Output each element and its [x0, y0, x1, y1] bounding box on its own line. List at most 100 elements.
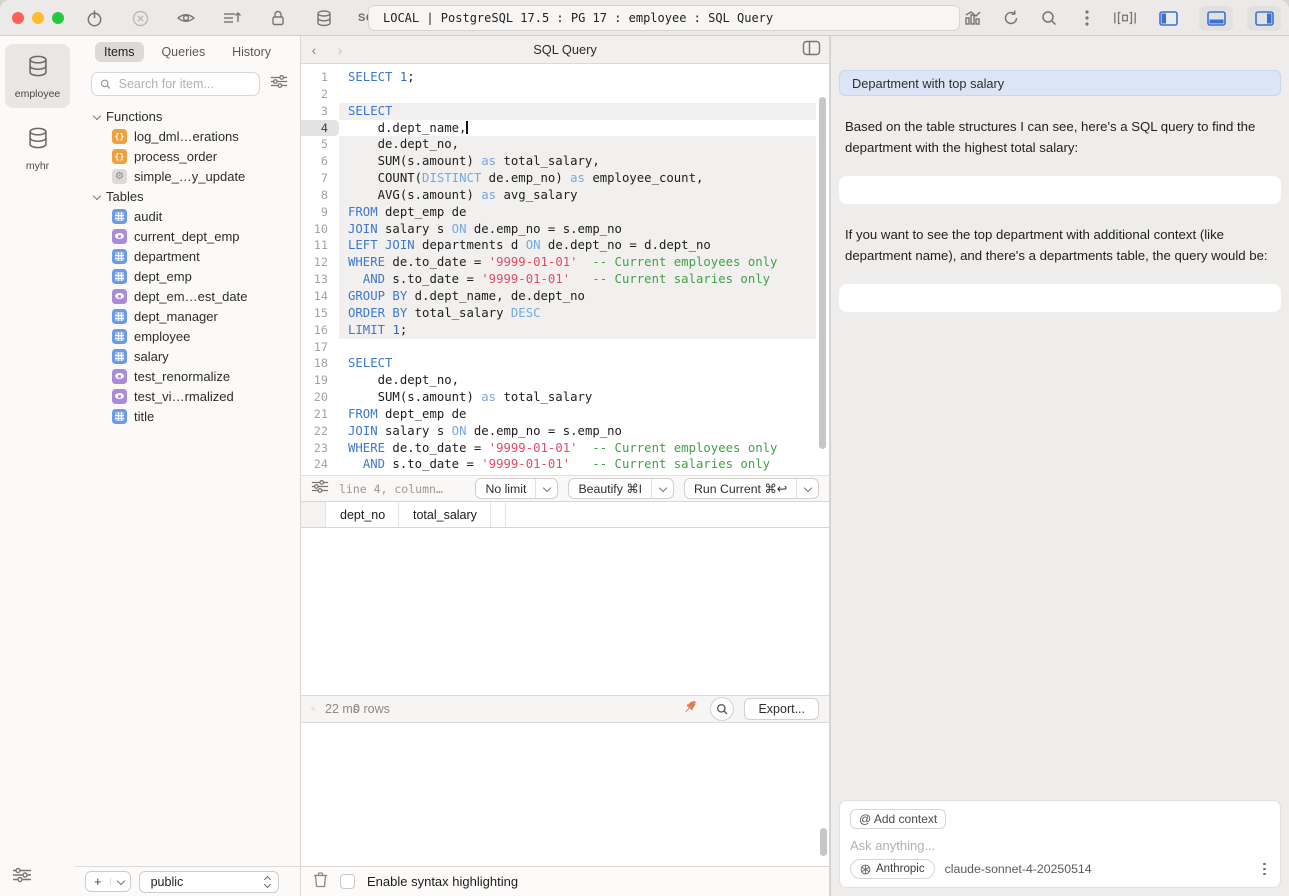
sidebar-item-dept_emest_date[interactable]: dept_em…est_date — [75, 286, 300, 306]
editor-scrollbar[interactable] — [819, 97, 826, 449]
editor-line[interactable]: 24 AND s.to_date = '9999-01-01' -- Curre… — [301, 456, 829, 473]
editor-line[interactable]: 14GROUP BY d.dept_name, de.dept_no — [301, 288, 829, 305]
back-button[interactable]: ‹ — [301, 42, 327, 58]
filter-icon[interactable] — [270, 74, 288, 94]
kebab-menu-icon[interactable] — [1075, 6, 1099, 30]
sidebar-item-salary[interactable]: salary — [75, 346, 300, 366]
sidebar-item-process_order[interactable]: {}process_order — [75, 146, 300, 166]
chart-icon[interactable] — [961, 6, 985, 30]
search-icon[interactable] — [1037, 6, 1061, 30]
assistant-input-card[interactable]: @ Add context Ask anything... Anthropic … — [839, 800, 1281, 888]
forward-button[interactable]: › — [327, 42, 353, 58]
eye-icon[interactable] — [174, 6, 198, 30]
editor-line[interactable]: 23WHERE de.to_date = '9999-01-01' -- Cur… — [301, 440, 829, 457]
sidebar-tab-items[interactable]: Items — [95, 42, 144, 62]
editor-line[interactable]: 6 SUM(s.amount) as total_salary, — [301, 153, 829, 170]
sidebar-item-test_renormalize[interactable]: test_renormalize — [75, 366, 300, 386]
sidebar-item-audit[interactable]: audit — [75, 206, 300, 226]
sidebar: Items Queries History Functions{}log_dml…e… — [75, 36, 300, 896]
power-icon[interactable] — [82, 6, 106, 30]
ask-input[interactable]: Ask anything... — [850, 838, 1270, 853]
sidebar-item-log_dmlerations[interactable]: {}log_dml…erations — [75, 126, 300, 146]
column-header-total_salary[interactable]: total_salary — [399, 502, 491, 527]
connection-title[interactable]: LOCAL | PostgreSQL 17.5 : PG 17 : employ… — [368, 5, 960, 31]
editor-line[interactable]: 7 COUNT(DISTINCT de.emp_no) as employee_… — [301, 170, 829, 187]
toggle-left-panel-icon[interactable] — [1151, 6, 1185, 31]
editor-line[interactable]: 5 de.dept_no, — [301, 136, 829, 153]
close-circle-icon[interactable] — [128, 6, 152, 30]
close-window-button[interactable] — [12, 12, 24, 24]
editor-line[interactable]: 13 AND s.to_date = '9999-01-01' -- Curre… — [301, 271, 829, 288]
add-item-dropdown[interactable] — [110, 878, 130, 885]
rail-settings-icon[interactable] — [12, 867, 32, 888]
editor-line[interactable]: 17 — [301, 339, 829, 356]
raw-query-panel[interactable] — [301, 723, 829, 866]
beautify-button[interactable]: Beautify ⌘I — [568, 478, 674, 499]
editor-line[interactable]: 20 SUM(s.amount) as total_salary — [301, 389, 829, 406]
sidebar-item-department[interactable]: department — [75, 246, 300, 266]
syntax-highlighting-checkbox[interactable] — [340, 874, 355, 889]
section-tables[interactable]: Tables — [75, 186, 300, 206]
toggle-right-panel-icon[interactable] — [1247, 6, 1281, 31]
editor-line[interactable]: 22JOIN salary s ON de.emp_no = s.emp_no — [301, 423, 829, 440]
sidebar-item-simple_y_update[interactable]: ⚙simple_…y_update — [75, 166, 300, 186]
lock-icon[interactable] — [266, 6, 290, 30]
run-current-button[interactable]: Run Current ⌘↩ — [684, 478, 819, 499]
zoom-window-button[interactable] — [52, 12, 64, 24]
split-view-icon[interactable] — [802, 40, 821, 61]
provider-pill[interactable]: Anthropic — [850, 859, 935, 879]
search-input[interactable] — [117, 76, 251, 92]
sidebar-item-dept_manager[interactable]: dept_manager — [75, 306, 300, 326]
pin-icon[interactable] — [680, 697, 700, 722]
editor-line[interactable]: 4 d.dept_name, — [301, 120, 829, 137]
schema-select[interactable]: public — [139, 871, 279, 893]
editor-line[interactable]: 8 AVG(s.amount) as avg_salary — [301, 187, 829, 204]
editor-line[interactable]: 10JOIN salary s ON de.emp_no = s.emp_no — [301, 221, 829, 238]
editor-line[interactable]: 15ORDER BY total_salary DESC — [301, 305, 829, 322]
column-header-dept_no[interactable]: dept_no — [326, 502, 399, 527]
results-search-button[interactable] — [710, 697, 734, 721]
focus-mode-icon[interactable] — [1113, 6, 1137, 30]
search-icon — [100, 78, 111, 90]
sidebar-item-dept_emp[interactable]: dept_emp — [75, 266, 300, 286]
connection-employee[interactable]: employee — [5, 44, 70, 108]
line-content: LEFT JOIN departments d ON de.dept_no = … — [339, 237, 816, 254]
assistant-code-block[interactable] — [839, 176, 1281, 204]
minimize-window-button[interactable] — [32, 12, 44, 24]
conversation-title[interactable]: Department with top salary — [839, 70, 1281, 96]
editor-line[interactable]: 1SELECT 1; — [301, 69, 829, 86]
refresh-icon[interactable] — [999, 6, 1023, 30]
export-button[interactable]: Export... — [744, 698, 819, 720]
list-export-icon[interactable] — [220, 6, 244, 30]
raw-panel-scrollbar[interactable] — [820, 828, 827, 856]
sidebar-item-current_dept_emp[interactable]: current_dept_emp — [75, 226, 300, 246]
editor-line[interactable]: 12WHERE de.to_date = '9999-01-01' -- Cur… — [301, 254, 829, 271]
item-search-field[interactable] — [91, 72, 260, 96]
section-functions[interactable]: Functions — [75, 106, 300, 126]
trash-icon[interactable] — [313, 871, 328, 893]
sidebar-item-title[interactable]: title — [75, 406, 300, 426]
editor-line[interactable]: 19 de.dept_no, — [301, 372, 829, 389]
add-context-chip[interactable]: @ Add context — [850, 809, 946, 829]
database-icon[interactable] — [312, 6, 336, 30]
assistant-scroll-area[interactable]: Department with top salary Based on the … — [839, 70, 1281, 796]
editor-line[interactable]: 11LEFT JOIN departments d ON de.dept_no … — [301, 237, 829, 254]
editor-line[interactable]: 9FROM dept_emp de — [301, 204, 829, 221]
editor-line[interactable]: 21FROM dept_emp de — [301, 406, 829, 423]
editor-settings-icon[interactable] — [311, 479, 329, 499]
toggle-bottom-panel-icon[interactable] — [1199, 6, 1233, 31]
editor-line[interactable]: 3SELECT — [301, 103, 829, 120]
add-item-button[interactable]: + — [85, 871, 131, 892]
limit-button[interactable]: No limit — [475, 478, 558, 499]
sidebar-tab-history[interactable]: History — [223, 42, 280, 62]
editor-line[interactable]: 2 — [301, 86, 829, 103]
sidebar-item-test_virmalized[interactable]: test_vi…rmalized — [75, 386, 300, 406]
input-menu-icon[interactable] — [1259, 861, 1270, 878]
editor-line[interactable]: 16LIMIT 1; — [301, 322, 829, 339]
editor-line[interactable]: 18SELECT — [301, 355, 829, 372]
sql-editor[interactable]: 1SELECT 1;23SELECT4 d.dept_name,5 de.dep… — [301, 64, 829, 475]
sidebar-tab-queries[interactable]: Queries — [152, 42, 214, 62]
connection-myhr[interactable]: myhr — [5, 116, 70, 180]
assistant-code-block[interactable] — [839, 284, 1281, 312]
sidebar-item-employee[interactable]: employee — [75, 326, 300, 346]
